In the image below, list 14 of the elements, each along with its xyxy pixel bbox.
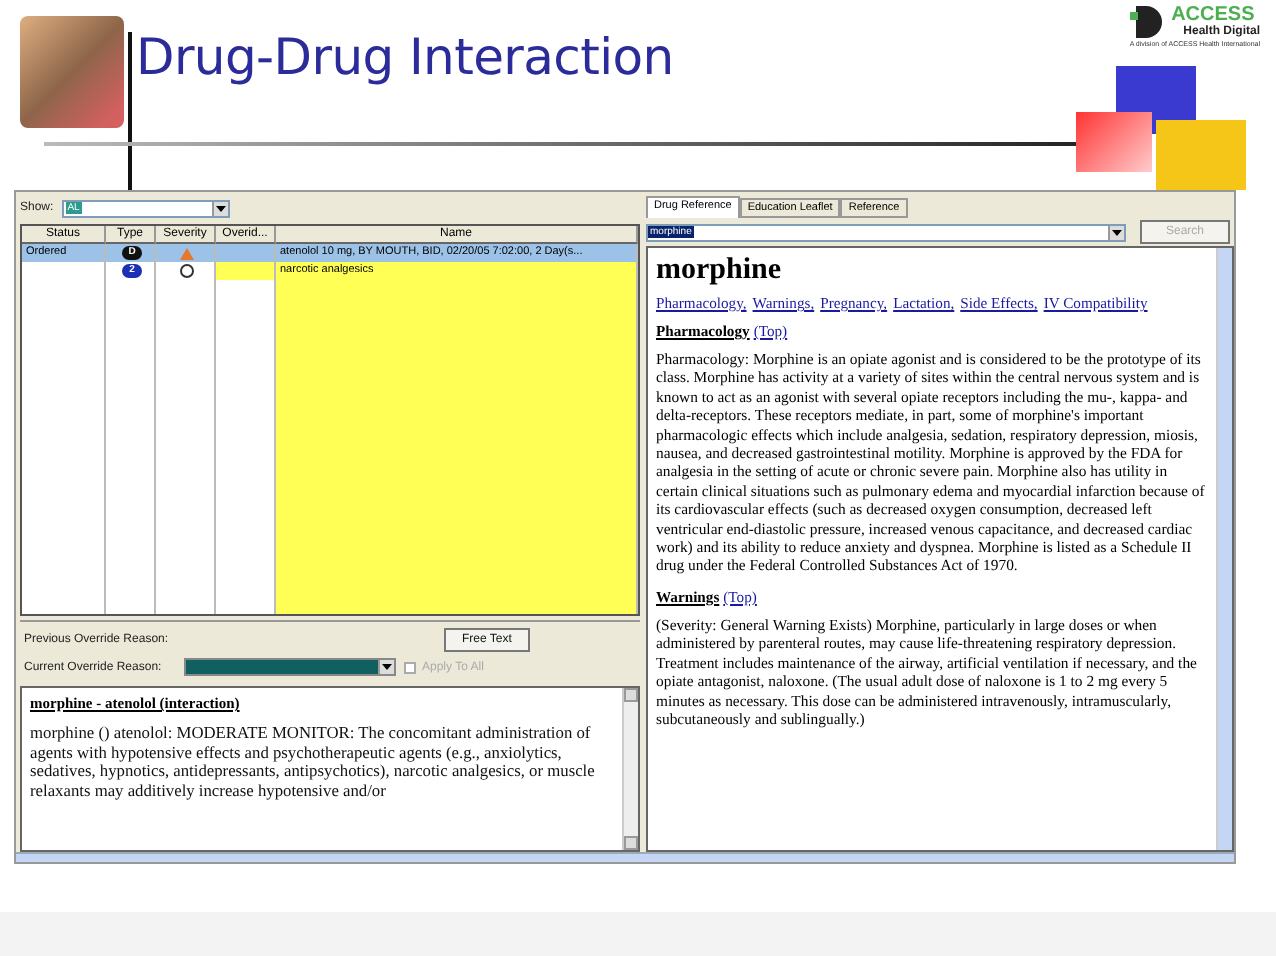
slide-title: Drug-Drug Interaction [136,28,674,86]
logo-name: ACCESS [1171,5,1257,25]
decorative-square [1076,112,1152,172]
caret-icon [382,664,392,670]
caret-icon [215,205,226,211]
scrollbar[interactable] [622,688,638,850]
decorative-square [1156,120,1246,190]
photo-placeholder [20,16,124,128]
scrollbar[interactable] [1216,248,1232,850]
interaction-text: morphine () atenolol: MODERATE MONITOR: The concomitant administration of agents with hypotensive effects and psychotherapeutic agents (e.g., anxiolytics, sedatives, hypnotics, antidepressants, antipsychotics), narcotic analgesics, or muscle relaxants may additively increase hypotensive and/or [30,724,597,800]
override-reason-dropdown[interactable] [184,658,396,676]
logo-icon [1129,4,1162,40]
drug-title: morphine [656,254,784,288]
caret-icon [1112,229,1122,235]
